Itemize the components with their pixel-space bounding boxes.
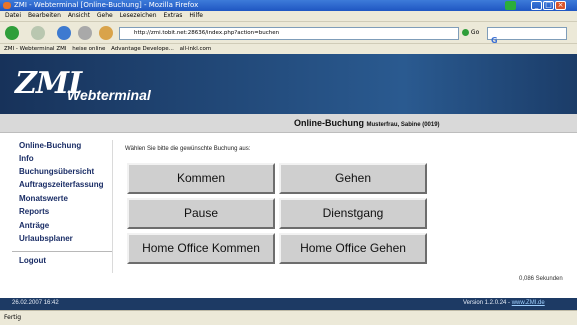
page-title-text: Online-Buchung <box>294 118 364 128</box>
window-title: ZMI - Webterminal [Online-Buchung] - Moz… <box>14 1 199 9</box>
menu-bearbeiten[interactable]: Bearbeiten <box>28 12 61 19</box>
bookmark-heise[interactable]: heise online <box>72 46 105 52</box>
status-text: Fertig <box>4 314 22 321</box>
bookmark-advantage[interactable]: Advantage Develope... <box>111 46 174 52</box>
menu-lesezeichen[interactable]: Lesezeichen <box>120 12 157 19</box>
reload-icon[interactable] <box>57 26 71 40</box>
footer-datetime: 26.02.2007 16:42 <box>12 300 59 306</box>
url-text: http://zmi.tobit.net:28636/index.php?act… <box>134 30 280 36</box>
window-titlebar: ZMI - Webterminal [Online-Buchung] - Moz… <box>0 0 577 11</box>
version-text: Version 1.2.0.24 - <box>463 300 511 306</box>
site-header <box>0 54 577 114</box>
home-office-kommen-button[interactable]: Home Office Kommen <box>127 233 275 264</box>
navigation-toolbar: http://zmi.tobit.net:28636/index.php?act… <box>0 21 577 45</box>
go-button[interactable]: Go <box>462 29 479 36</box>
render-time: 0,086 Sekunden <box>519 276 563 282</box>
page-title: Online-Buchung Musterfrau, Sabine (0019) <box>294 118 440 128</box>
maximize-button[interactable]: □ <box>543 1 554 10</box>
forward-icon[interactable] <box>31 26 45 40</box>
gehen-button[interactable]: Gehen <box>279 163 427 194</box>
sidebar-item-auftragszeiterfassung[interactable]: Auftragszeiterfassung <box>19 180 103 189</box>
menu-hilfe[interactable]: Hilfe <box>189 12 203 19</box>
sidebar-border <box>112 140 113 273</box>
sidebar-item-buchungsuebersicht[interactable]: Buchungsübersicht <box>19 167 94 176</box>
go-label: Go <box>470 29 480 36</box>
browser-statusbar: Fertig <box>0 310 577 325</box>
pause-button[interactable]: Pause <box>127 198 275 229</box>
search-input[interactable]: G <box>487 27 567 45</box>
minimize-button[interactable]: _ <box>531 1 542 10</box>
instruction-text: Wählen Sie bitte die gewünschte Buchung … <box>125 146 251 152</box>
menu-extras[interactable]: Extras <box>163 12 182 19</box>
sidebar-item-online-buchung[interactable]: Online-Buchung <box>19 141 81 150</box>
sidebar-item-antraege[interactable]: Anträge <box>19 221 49 230</box>
footer-version: Version 1.2.0.24 - www.ZMI.de <box>463 300 545 306</box>
user-name: Musterfrau, Sabine (0019) <box>366 122 440 128</box>
header-subtitle: Webterminal <box>67 87 151 103</box>
tray-icon <box>505 1 516 10</box>
zmi-website-link[interactable]: www.ZMI.de <box>512 300 545 306</box>
menu-gehe[interactable]: Gehe <box>97 12 113 19</box>
menu-datei[interactable]: Datei <box>5 12 21 19</box>
sidebar-item-info[interactable]: Info <box>19 154 34 163</box>
dienstgang-button[interactable]: Dienstgang <box>279 198 427 229</box>
url-bar[interactable]: http://zmi.tobit.net:28636/index.php?act… <box>119 27 459 40</box>
sidebar-item-logout[interactable]: Logout <box>19 256 46 265</box>
sidebar-divider <box>12 251 112 252</box>
sidebar-item-urlaubsplaner[interactable]: Urlaubsplaner <box>19 234 73 243</box>
sidebar-item-monatswerte[interactable]: Monatswerte <box>19 194 68 203</box>
back-icon[interactable] <box>5 26 19 40</box>
go-icon <box>462 29 469 36</box>
bookmark-zmi[interactable]: ZMI - Webterminal ZMI <box>4 46 66 52</box>
close-window-button[interactable]: × <box>555 1 566 10</box>
page-title-bar <box>0 114 577 133</box>
bookmark-allinkl[interactable]: all-inkl.com <box>180 46 212 52</box>
firefox-icon <box>3 2 11 9</box>
sidebar-item-reports[interactable]: Reports <box>19 207 49 216</box>
menubar: Datei Bearbeiten Ansicht Gehe Lesezeiche… <box>0 11 577 21</box>
home-office-gehen-button[interactable]: Home Office Gehen <box>279 233 427 264</box>
stop-icon[interactable] <box>78 26 92 40</box>
home-icon[interactable] <box>99 26 113 40</box>
kommen-button[interactable]: Kommen <box>127 163 275 194</box>
menu-ansicht[interactable]: Ansicht <box>68 12 90 19</box>
